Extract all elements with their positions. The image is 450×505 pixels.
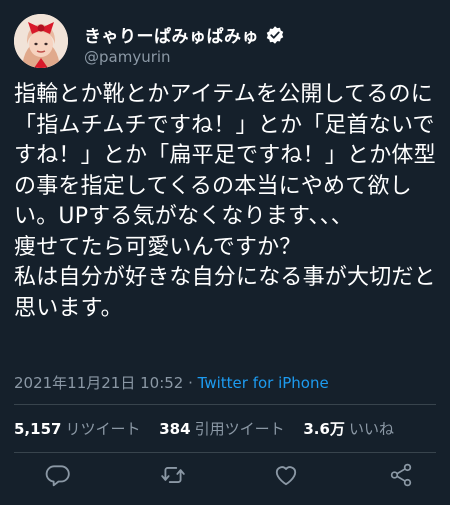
tweet-header: きゃりーぱみゅぱみゅ @pamyurin bbox=[14, 14, 434, 70]
retweet-icon[interactable] bbox=[160, 462, 186, 488]
retweets-label: リツイート bbox=[65, 420, 141, 438]
meta-separator: · bbox=[183, 374, 198, 392]
avatar[interactable] bbox=[14, 14, 68, 68]
retweets-count: 5,157 bbox=[14, 420, 62, 438]
divider bbox=[14, 404, 436, 405]
tweet-stats: 5,157 リツイート 384 引用ツイート 3.6万 いいね bbox=[14, 418, 408, 439]
quotes-count: 384 bbox=[159, 420, 191, 438]
quotes-stat[interactable]: 384 引用ツイート bbox=[159, 420, 289, 438]
display-name[interactable]: きゃりーぱみゅぱみゅ bbox=[84, 22, 259, 47]
user-handle[interactable]: @pamyurin bbox=[84, 48, 171, 66]
reply-icon[interactable] bbox=[45, 462, 71, 488]
verified-badge-icon bbox=[265, 25, 285, 45]
likes-label: いいね bbox=[348, 420, 394, 438]
tweet-meta: 2021年11月21日 10:52 · Twitter for iPhone bbox=[14, 372, 329, 393]
name-row: きゃりーぱみゅぱみゅ bbox=[84, 22, 285, 47]
likes-count: 3.6万 bbox=[303, 420, 345, 438]
tweet-text: 指輪とか靴とかアイテムを公開してるのに「指ムチムチですね！」とか「足首ないですね… bbox=[14, 82, 436, 321]
heart-icon[interactable] bbox=[273, 462, 299, 488]
tweet-actions bbox=[0, 462, 450, 496]
share-icon[interactable] bbox=[388, 462, 414, 488]
tweet-source-app[interactable]: Twitter for iPhone bbox=[198, 374, 329, 392]
tweet-timestamp[interactable]: 2021年11月21日 10:52 bbox=[14, 374, 183, 392]
retweets-stat[interactable]: 5,157 リツイート bbox=[14, 420, 145, 438]
quotes-label: 引用ツイート bbox=[194, 420, 285, 438]
divider bbox=[14, 452, 436, 453]
likes-stat[interactable]: 3.6万 いいね bbox=[303, 420, 394, 438]
